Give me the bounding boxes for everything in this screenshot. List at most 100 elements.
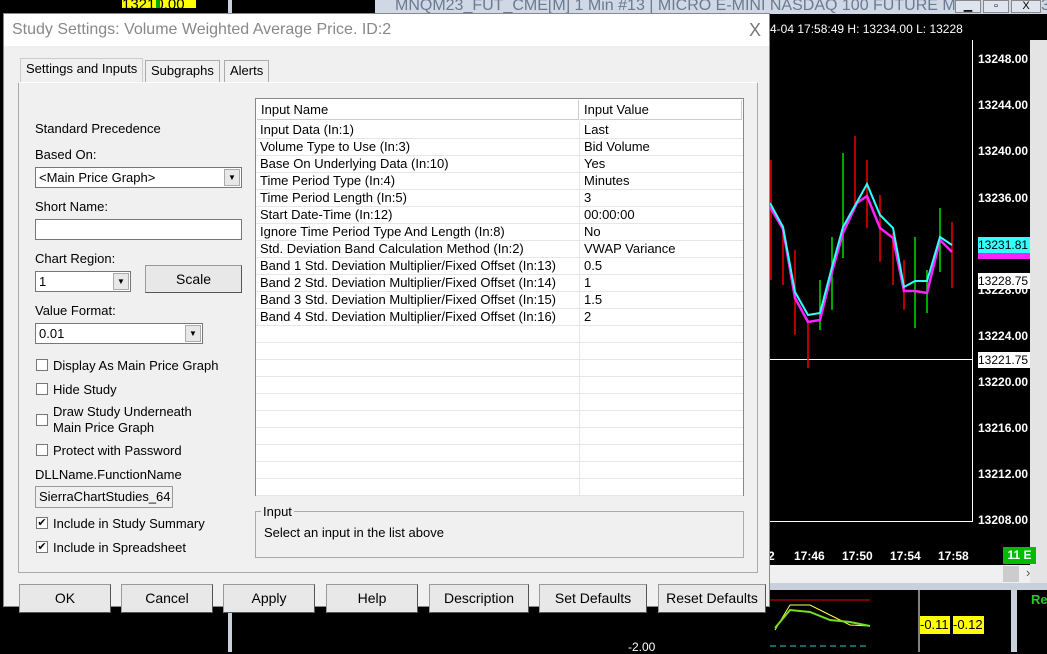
input-value-cell[interactable]: 1 <box>584 275 591 291</box>
short-name-input[interactable] <box>35 219 242 240</box>
table-row[interactable] <box>256 360 743 377</box>
chart-region-select[interactable]: 1 ▼ <box>35 271 131 292</box>
input-name-cell: Time Period Length (In:5) <box>260 190 407 205</box>
protect-password-checkbox[interactable] <box>36 444 48 456</box>
input-value-cell[interactable]: 1.5 <box>584 292 602 308</box>
based-on-label: Based On: <box>35 147 97 162</box>
apply-button[interactable]: Apply <box>223 584 315 613</box>
checkbox-label: Hide Study <box>53 382 117 397</box>
input-value-cell[interactable]: 3 <box>584 190 591 206</box>
value-format-select[interactable]: 0.01 ▼ <box>35 323 203 344</box>
set-defaults-button[interactable]: Set Defaults <box>539 584 647 613</box>
input-value-cell[interactable]: No <box>584 224 601 240</box>
tab-subgraphs[interactable]: Subgraphs <box>145 60 220 82</box>
include-summary-checkbox[interactable]: ✔ <box>36 517 48 529</box>
input-name-cell: Band 1 Std. Deviation Multiplier/Fixed O… <box>260 258 557 273</box>
vwap-line <box>769 181 953 317</box>
input-group-title: Input <box>261 504 294 519</box>
table-row[interactable]: Volume Type to Use (In:3) Bid Volume <box>256 139 743 156</box>
short-name-label: Short Name: <box>35 199 108 214</box>
precedence-label[interactable]: Standard Precedence <box>35 121 161 136</box>
chevron-down-icon[interactable]: ▼ <box>113 273 129 290</box>
scrollbar-thumb[interactable] <box>1003 566 1019 582</box>
table-row[interactable]: Input Data (In:1) Last <box>256 122 743 139</box>
input-value-cell[interactable]: Bid Volume <box>584 139 650 155</box>
based-on-select[interactable]: <Main Price Graph> ▼ <box>35 167 242 188</box>
input-value-cell[interactable]: 00:00:00 <box>584 207 635 223</box>
column-header-name[interactable]: Input Name <box>257 100 579 120</box>
reset-defaults-button[interactable]: Reset Defaults <box>658 584 766 613</box>
input-value-cell[interactable]: Yes <box>584 156 605 172</box>
inputs-table[interactable]: Input Name Input Value Input Data (In:1)… <box>255 98 744 496</box>
input-name-cell: Band 4 Std. Deviation Multiplier/Fixed O… <box>260 309 557 324</box>
description-button[interactable]: Description <box>429 584 529 613</box>
table-row[interactable] <box>256 377 743 394</box>
dll-label: DLLName.FunctionName <box>35 467 182 482</box>
cancel-button[interactable]: Cancel <box>121 584 213 613</box>
display-as-main-checkbox[interactable] <box>36 359 48 371</box>
table-row[interactable] <box>256 394 743 411</box>
table-row[interactable] <box>256 411 743 428</box>
checkbox-label: Include in Spreadsheet <box>53 540 186 555</box>
table-row[interactable]: Band 2 Std. Deviation Multiplier/Fixed O… <box>256 275 743 292</box>
input-help-text: Select an input in the list above <box>264 525 444 540</box>
input-value-cell[interactable]: VWAP Variance <box>584 241 676 257</box>
value-format-value: 0.01 <box>39 326 65 341</box>
chart-region-label: Chart Region: <box>35 251 116 266</box>
panel-divider <box>770 583 1047 590</box>
table-row[interactable]: Band 1 Std. Deviation Multiplier/Fixed O… <box>256 258 743 275</box>
vwap2-line <box>768 194 953 324</box>
table-row[interactable]: Start Date-Time (In:12) 00:00:00 <box>256 207 743 224</box>
input-name-cell: Band 3 Std. Deviation Multiplier/Fixed O… <box>260 292 557 307</box>
chevron-down-icon[interactable]: ▼ <box>224 169 240 186</box>
dll-field[interactable]: SierraChartStudies_64 <box>35 486 173 508</box>
table-row[interactable] <box>256 479 743 496</box>
input-value-cell[interactable]: 2 <box>584 309 591 325</box>
table-row[interactable]: Time Period Length (In:5) 3 <box>256 190 743 207</box>
tab-settings-and-inputs[interactable]: Settings and Inputs <box>20 58 144 82</box>
checkbox-label: Display As Main Price Graph <box>53 358 219 373</box>
input-name-cell: Input Data (In:1) <box>260 122 354 137</box>
table-row[interactable] <box>256 343 743 360</box>
chart-region-value: 1 <box>39 274 47 289</box>
ok-button[interactable]: OK <box>19 584 111 613</box>
tab-alerts[interactable]: Alerts <box>224 60 270 82</box>
table-row[interactable]: Band 4 Std. Deviation Multiplier/Fixed O… <box>256 309 743 326</box>
checkbox-label-line2: Main Price Graph <box>53 420 155 435</box>
hide-study-checkbox[interactable] <box>36 383 48 395</box>
time-tick: 17:46 <box>794 549 825 563</box>
table-row[interactable]: Base On Underlying Data (In:10) Yes <box>256 156 743 173</box>
lower-value-label: -0.12 <box>953 616 984 634</box>
table-row[interactable] <box>256 445 743 462</box>
lower-value-label: -0.11 <box>920 616 950 634</box>
input-name-cell: Base On Underlying Data (In:10) <box>260 156 449 171</box>
time-tick: 17:54 <box>890 549 921 563</box>
draw-underneath-checkbox[interactable] <box>36 414 48 426</box>
table-row[interactable] <box>256 326 743 343</box>
scroll-right-icon[interactable]: › <box>1026 565 1030 580</box>
based-on-value: <Main Price Graph> <box>39 170 156 185</box>
horizontal-scrollbar[interactable] <box>770 565 1030 583</box>
time-tick: 17:58 <box>938 549 969 563</box>
include-spreadsheet-checkbox[interactable]: ✔ <box>36 541 48 553</box>
input-name-cell: Volume Type to Use (In:3) <box>260 139 411 154</box>
time-tick: 17:50 <box>842 549 873 563</box>
table-row[interactable]: Time Period Type (In:4) Minutes <box>256 173 743 190</box>
input-name-cell: Band 2 Std. Deviation Multiplier/Fixed O… <box>260 275 557 290</box>
study-settings-dialog: Study Settings: Volume Weighted Average … <box>3 13 770 613</box>
close-icon[interactable]: X <box>749 14 761 46</box>
table-row[interactable] <box>256 428 743 445</box>
column-header-value[interactable]: Input Value <box>580 100 742 120</box>
table-row[interactable]: Std. Deviation Band Calculation Method (… <box>256 241 743 258</box>
input-value-cell[interactable]: 0.5 <box>584 258 602 274</box>
table-row[interactable]: Ignore Time Period Type And Length (In:8… <box>256 224 743 241</box>
scale-button[interactable]: Scale <box>145 265 242 293</box>
input-value-cell[interactable]: Last <box>584 122 609 138</box>
table-row[interactable] <box>256 462 743 479</box>
input-value-cell[interactable]: Minutes <box>584 173 630 189</box>
checkbox-label: Protect with Password <box>53 443 182 458</box>
table-row[interactable]: Band 3 Std. Deviation Multiplier/Fixed O… <box>256 292 743 309</box>
chevron-down-icon[interactable]: ▼ <box>185 325 201 342</box>
bar-countdown-badge: 11 E <box>1003 547 1036 564</box>
help-button[interactable]: Help <box>326 584 418 613</box>
